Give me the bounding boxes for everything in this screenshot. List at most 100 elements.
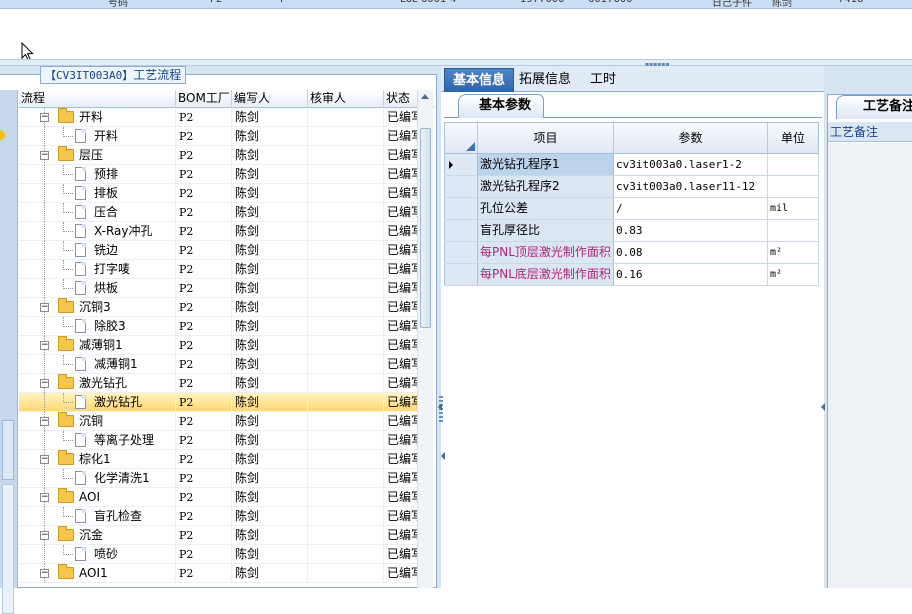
collapse-toggle-icon[interactable]: − [40,341,49,350]
column-header-unit[interactable]: 单位 [768,123,818,153]
subtab-basic-params[interactable]: 基本参数 [458,94,545,118]
column-header-flow[interactable]: 流程 [19,90,176,108]
row-indicator[interactable] [444,220,478,241]
tree-node-cell[interactable]: − AOI [19,488,176,507]
param-value-cell[interactable]: cv3it003a0.laser1-2 [614,154,768,175]
tree-row[interactable]: 烘板 P2陈剑 已编写 [19,279,417,298]
params-row[interactable]: 盲孔厚径比 0.83 [444,220,819,242]
tree-row[interactable]: − AOI1 P2陈剑 已编写 [19,564,417,583]
tree-row[interactable]: 打字唛 P2陈剑 已编写 [19,260,417,279]
tree-node-cell[interactable]: X-Ray冲孔 [19,222,176,241]
collapse-toggle-icon[interactable]: − [40,455,49,464]
column-header-reviewer[interactable]: 核审人 [308,90,384,108]
params-row[interactable]: 激光钻孔程序2 cv3it003a0.laser11-12 [444,176,819,198]
collapse-toggle-icon[interactable]: − [40,493,49,502]
param-value-cell[interactable]: 0.83 [614,220,768,241]
row-indicator[interactable] [444,264,478,285]
param-value-cell[interactable]: cv3it003a0.laser11-12 [614,176,768,197]
param-unit-cell[interactable] [768,154,819,175]
remarks-content[interactable] [828,143,912,588]
tree-row[interactable]: − 激光钻孔 P2陈剑 已编写 [19,374,417,393]
column-header-param[interactable]: 参数 [614,123,768,153]
tree-node-cell[interactable]: − 沉铜3 [19,298,176,317]
tree-node-cell[interactable]: − 沉铜 [19,412,176,431]
param-value-cell[interactable]: / [614,198,768,219]
row-indicator[interactable] [444,154,478,175]
tree-node-cell[interactable]: − 开料 [19,108,176,127]
collapse-toggle-icon[interactable]: − [40,303,49,312]
param-unit-cell[interactable]: m² [768,264,819,285]
collapse-toggle-icon[interactable]: − [40,151,49,160]
tree-node-cell[interactable]: − 层压 [19,146,176,165]
tree-node-cell[interactable]: 除胶3 [19,317,176,336]
tree-row[interactable]: 铣边 P2陈剑 已编写 [19,241,417,260]
tree-node-cell[interactable]: − 沉金 [19,526,176,545]
tree-node-cell[interactable]: 等离子处理 [19,431,176,450]
tree-node-cell[interactable]: 烘板 [19,279,176,298]
param-unit-cell[interactable] [768,220,819,241]
tree-row[interactable]: − 沉金 P2陈剑 已编写 [19,526,417,545]
tree-row[interactable]: − 沉铜 P2陈剑 已编写 [19,412,417,431]
param-unit-cell[interactable]: m² [768,242,819,263]
tab-work-hours[interactable]: 工时 [582,68,624,92]
tree-node-cell[interactable]: 盲孔检查 [19,507,176,526]
tree-vertical-scrollbar[interactable] [417,90,433,588]
tree-row[interactable]: − 开料 P2陈剑 已编写 [19,108,417,127]
tree-node-cell[interactable]: − 减薄铜1 [19,336,176,355]
tree-row[interactable]: 开料 P2陈剑 已编写 [19,127,417,146]
param-value-cell[interactable]: 0.16 [614,264,768,285]
row-indicator[interactable] [444,198,478,219]
tree-node-cell[interactable]: 压合 [19,203,176,222]
collapse-right-arrow-icon[interactable] [821,403,825,411]
tree-node-cell[interactable]: 开料 [19,127,176,146]
collapse-left-arrow-icon[interactable] [438,403,442,411]
tab-process-remarks[interactable]: 工艺备注 [836,95,912,119]
tree-node-cell[interactable]: − 棕化1 [19,450,176,469]
tree-row[interactable]: 盲孔检查 P2陈剑 已编写 [19,507,417,526]
collapse-toggle-icon[interactable]: − [40,113,49,122]
tree-row[interactable]: − 沉铜3 P2陈剑 已编写 [19,298,417,317]
tree-row[interactable]: 化学清洗1 P2陈剑 已编写 [19,469,417,488]
horizontal-splitter[interactable]: ▪▪▪▪▪▪ [0,59,912,68]
tree-node-cell[interactable]: 打字唛 [19,260,176,279]
tree-row[interactable]: 预排 P2陈剑 已编写 [19,165,417,184]
tree-row[interactable]: X-Ray冲孔 P2陈剑 已编写 [19,222,417,241]
tree-row[interactable]: 激光钻孔 P2陈剑 已编写 [19,393,417,412]
tree-node-cell[interactable]: 喷砂 [19,545,176,564]
collapse-toggle-icon[interactable]: − [40,569,49,578]
tree-row[interactable]: − 层压 P2陈剑 已编写 [19,146,417,165]
params-row[interactable]: 每PNL顶层激光制作面积 0.08 m² [444,242,819,264]
tab-basic-info[interactable]: 基本信息 [444,68,515,92]
row-indicator[interactable] [444,176,478,197]
tree-node-cell[interactable]: 减薄铜1 [19,355,176,374]
params-row[interactable]: 激光钻孔程序1 cv3it003a0.laser1-2 [444,154,819,176]
row-indicator[interactable] [444,242,478,263]
column-header-item[interactable]: 项目 [478,123,614,153]
tree-node-cell[interactable]: − 激光钻孔 [19,374,176,393]
tree-row[interactable]: 排板 P2陈剑 已编写 [19,184,417,203]
collapsed-button[interactable] [2,420,14,480]
column-header-writer[interactable]: 编写人 [232,90,308,108]
tab-extended-info[interactable]: 拓展信息 [511,68,579,92]
params-row[interactable]: 每PNL底层激光制作面积 0.16 m² [444,264,819,286]
column-header-bom-plant[interactable]: BOM工厂 [176,90,232,108]
collapse-left-arrow-icon-2[interactable] [441,452,445,460]
collapse-toggle-icon[interactable]: − [40,531,49,540]
tree-row[interactable]: − AOI P2陈剑 已编写 [19,488,417,507]
param-unit-cell[interactable]: mil [768,198,819,219]
tree-row[interactable]: 喷砂 P2陈剑 已编写 [19,545,417,564]
tree-node-cell[interactable]: 排板 [19,184,176,203]
tree-row[interactable]: 等离子处理 P2陈剑 已编写 [19,431,417,450]
tree-row[interactable]: 压合 P2陈剑 已编写 [19,203,417,222]
collapse-toggle-icon[interactable]: − [40,379,49,388]
tree-node-cell[interactable]: 铣边 [19,241,176,260]
collapse-toggle-icon[interactable]: − [40,417,49,426]
tree-row[interactable]: − 棕化1 P2陈剑 已编写 [19,450,417,469]
tree-node-cell[interactable]: − AOI1 [19,564,176,583]
scroll-up-arrow-icon[interactable] [421,94,429,99]
scroll-thumb[interactable] [420,128,431,328]
tree-node-cell[interactable]: 化学清洗1 [19,469,176,488]
params-row[interactable]: 孔位公差 / mil [444,198,819,220]
tree-row[interactable]: − 减薄铜1 P2陈剑 已编写 [19,336,417,355]
left-collapsed-strip[interactable] [0,90,18,614]
